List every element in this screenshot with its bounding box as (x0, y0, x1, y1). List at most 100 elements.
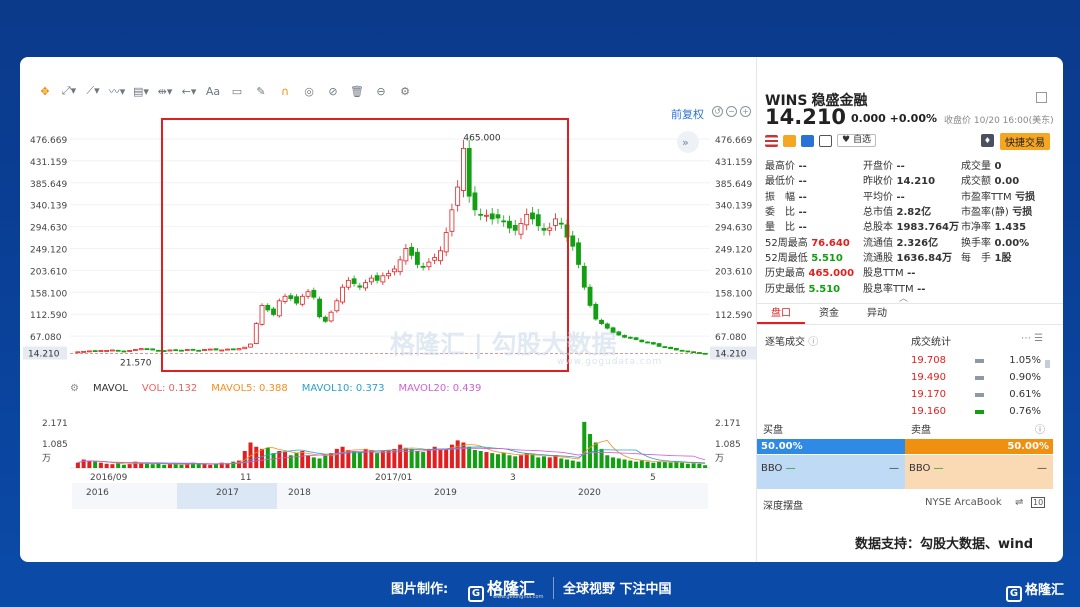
tab-funds[interactable]: 资金 (805, 304, 853, 324)
fast-trade-button[interactable]: 快捷交易 (1000, 133, 1050, 150)
quote-cell: 52周最低 5.510 (765, 249, 863, 264)
price-tick-left: 431.159 (30, 158, 67, 168)
made-by-label: 图片制作: (391, 582, 449, 597)
alert-icon[interactable]: ♦ (981, 134, 994, 147)
price-tick-left: 158.100 (30, 289, 67, 299)
candle (380, 275, 386, 283)
volume-bar (599, 448, 604, 468)
volume-legend: ⚙ MAVOL VOL: 0.132 MAVOL5: 0.388 MAVOL10… (70, 383, 481, 394)
candle (340, 286, 346, 303)
candle (443, 232, 449, 253)
candle (668, 346, 674, 350)
note-icon (819, 134, 832, 147)
volume-bar (409, 448, 414, 468)
quote-row: 量 比 -- 总股本 1983.764万 市净率 1.435 (765, 218, 1059, 233)
volume-bar (173, 464, 178, 468)
g-logo-icon: G (468, 586, 484, 602)
volume-bar (513, 456, 518, 468)
mavol-label: MAVOL (92, 383, 128, 394)
brand-slogan: 全球视野 下注中国 (563, 582, 672, 597)
quote-cell: 历史最低 5.510 (765, 280, 863, 295)
candle (150, 348, 156, 351)
mavol20-value: MAVOL20: 0.439 (398, 383, 482, 394)
vol-tick-left: 2.171 (42, 419, 68, 429)
quote-cell: 股息TTM -- (863, 264, 961, 279)
quote-row: 历史最低 5.510 股息率TTM -- (765, 279, 1059, 295)
volume-bar (277, 451, 282, 468)
volume-bar (271, 453, 276, 468)
candle (489, 213, 495, 220)
quote-value: -- (893, 161, 905, 173)
candle (368, 277, 374, 283)
candle (599, 319, 604, 324)
quote-value: 2.326亿 (893, 237, 939, 249)
volume-bar (386, 449, 391, 468)
candle (432, 257, 438, 261)
help-icon[interactable]: ⓘ (1035, 421, 1045, 436)
quote-label: 52周最高 (765, 237, 808, 249)
divider (553, 577, 554, 599)
badge-icon (783, 134, 796, 147)
quote-value: 0 (991, 161, 1002, 173)
volume-bar (478, 451, 483, 468)
quote-value: 0.00% (991, 237, 1030, 249)
candle (702, 352, 708, 355)
price-tick-left: 249.120 (30, 246, 67, 256)
candle (282, 295, 288, 302)
volume-bar (611, 457, 616, 468)
quote-label: 历史最低 (765, 283, 805, 295)
volume-bar (662, 462, 667, 468)
quote-value: -- (795, 207, 807, 219)
price-tick-left: 476.669 (30, 136, 67, 146)
corner-logo: G 格隆汇 (1006, 579, 1064, 602)
price-tick-left: 67.080 (30, 333, 62, 343)
nav-tick: 2016 (86, 488, 109, 498)
candle (426, 261, 432, 268)
quote-label: 委 比 (765, 207, 795, 219)
main-card: ✥ ⤢▾ ⟋▾ 〰▾ ▤▾ ⇹▾ ←▾ Aa ▭ ✎ ∩ ◎ ⊘ 🗑 ⊖ ⚙ 前… (20, 57, 1063, 562)
add-watchlist-button[interactable]: ♥ 自选 (837, 134, 876, 147)
candle (501, 220, 507, 223)
filter-icon[interactable]: ⇌ (1015, 497, 1023, 508)
scrollbar[interactable] (1045, 360, 1050, 368)
candle (138, 348, 144, 351)
volume-bar (564, 459, 570, 468)
candle (576, 242, 581, 265)
candle (357, 285, 363, 288)
price-tick-right: 294.630 (715, 224, 752, 234)
candle (420, 265, 426, 268)
candle (190, 348, 196, 351)
tab-orderbook[interactable]: 盘口 (757, 304, 805, 324)
candle (391, 268, 397, 273)
volume-bar (317, 458, 322, 468)
book-source[interactable]: NYSE ArcaBook (925, 497, 1002, 508)
quote-label: 昨收价 (863, 176, 893, 188)
candle (259, 304, 265, 325)
quote-row: 历史最高 465.000 股息TTM -- (765, 264, 1059, 279)
quote-value: -- (795, 222, 807, 234)
gear-icon[interactable]: ⚙ (70, 383, 79, 394)
volume-bar (196, 463, 201, 468)
candle (656, 343, 662, 347)
candle (121, 350, 127, 353)
vol-value: VOL: 0.132 (141, 383, 198, 394)
volume-bar (645, 461, 650, 468)
double-chevron-icon: » (682, 136, 689, 149)
tab-alerts[interactable]: 异动 (853, 304, 901, 324)
quote-label: 流通股 (863, 252, 893, 264)
volume-bar (167, 463, 172, 468)
kline-chart[interactable]: 476.669 476.669 431.159 431.159 385.649 385.6… (20, 57, 757, 562)
candle (616, 331, 622, 336)
quote-cell: 市盈率(静) 亏损 (961, 203, 1059, 218)
volume-bar (444, 448, 449, 468)
stats-label: 成交统计 (911, 337, 951, 348)
candle (691, 351, 697, 354)
quote-cell: 流通股 1636.84万 (863, 249, 961, 264)
candle (627, 336, 633, 339)
depth-level-icon[interactable]: 10 (1031, 497, 1046, 508)
volume-bar (490, 453, 495, 468)
candle (322, 316, 328, 322)
quote-value: 1983.764万 (893, 222, 959, 234)
more-icon[interactable]: ⋯ ☰ (1021, 333, 1043, 344)
expand-icon[interactable] (1036, 92, 1047, 103)
